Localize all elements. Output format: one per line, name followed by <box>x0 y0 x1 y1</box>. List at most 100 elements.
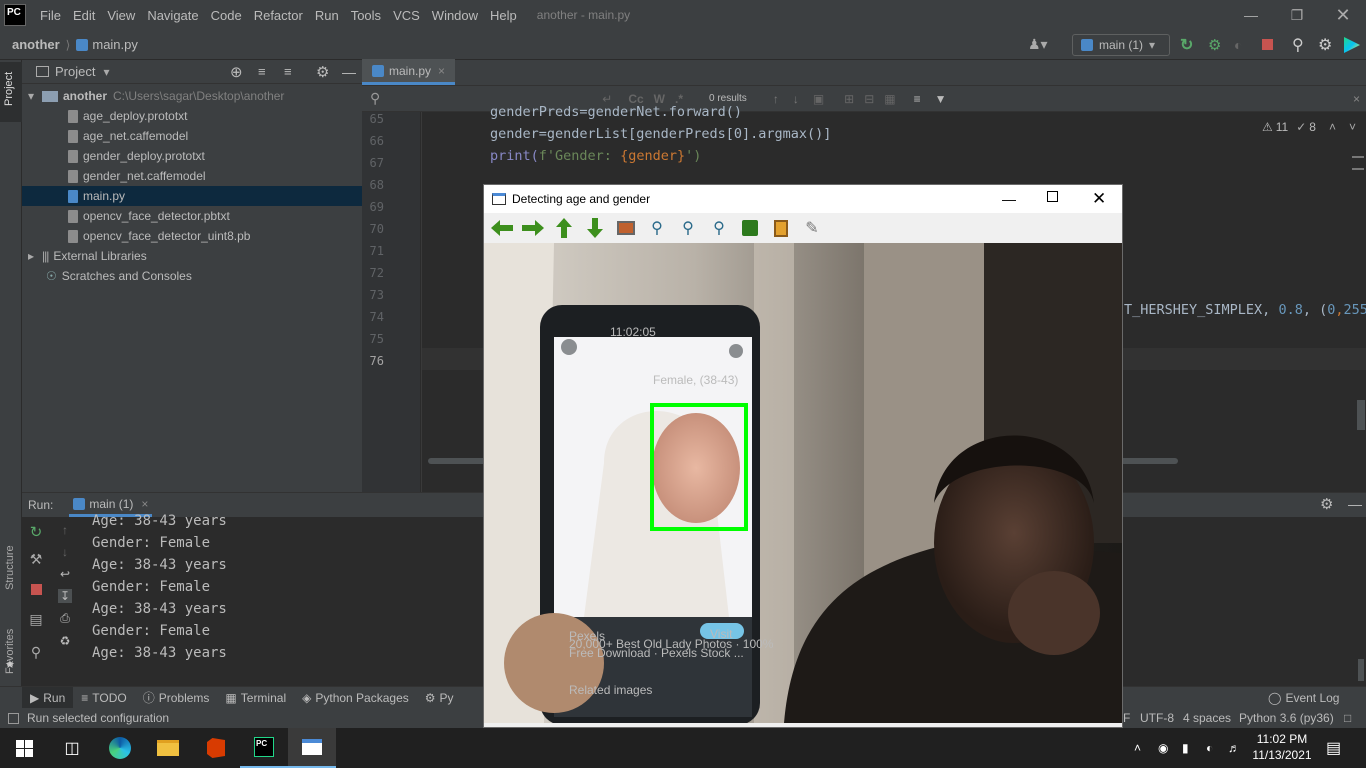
pycharm-taskbar-button[interactable]: PC <box>240 728 288 768</box>
pan-down-button[interactable] <box>583 216 607 240</box>
collapse-all-icon[interactable]: ≡ <box>284 64 292 79</box>
maximize-icon[interactable] <box>1047 191 1058 202</box>
menu-file[interactable]: File <box>34 8 67 23</box>
toolbox-icon[interactable] <box>1344 37 1360 53</box>
tree-file[interactable]: gender_net.caffemodel <box>22 166 362 186</box>
office-button[interactable] <box>192 728 240 768</box>
tree-file[interactable]: opencv_face_detector.pbtxt <box>22 206 362 226</box>
chevron-up-icon[interactable]: ˄ <box>1329 120 1336 134</box>
settings-icon[interactable]: ⚙ <box>1318 35 1332 55</box>
menu-code[interactable]: Code <box>205 8 248 23</box>
tab-main-py[interactable]: main.py × <box>362 59 456 85</box>
chevron-up-icon[interactable]: ˄ <box>1134 741 1141 755</box>
breadcrumb-file[interactable]: main.py <box>92 37 138 52</box>
inspections-widget[interactable]: ⚠ 11 ✓ 8 ˄ ˅ <box>1262 120 1356 134</box>
menu-window[interactable]: Window <box>426 8 484 23</box>
project-panel-title[interactable]: Project <box>55 64 95 79</box>
filter-lines-icon[interactable]: ≡ <box>914 92 921 106</box>
tree-root[interactable]: ▾ another C:\Users\sagar\Desktop\another <box>22 86 362 106</box>
tree-file[interactable]: opencv_face_detector_uint8.pb <box>22 226 362 246</box>
menu-run[interactable]: Run <box>309 8 345 23</box>
chevron-down-icon[interactable]: ▾ <box>103 65 109 79</box>
zoom-in-button[interactable]: ⚲ <box>676 216 700 240</box>
menu-tools[interactable]: Tools <box>345 8 387 23</box>
close-tab-icon[interactable]: × <box>141 497 148 511</box>
tree-file[interactable]: age_net.caffemodel <box>22 126 362 146</box>
wifi-icon[interactable]: ◐ <box>1206 741 1213 755</box>
opencv-window-button[interactable] <box>288 728 336 768</box>
file-encoding[interactable]: UTF-8 <box>1140 711 1174 725</box>
rerun-icon[interactable]: ↻ <box>1180 35 1193 55</box>
menu-vcs[interactable]: VCS <box>387 8 426 23</box>
close-tab-icon[interactable]: × <box>438 64 445 78</box>
interpreter-select[interactable]: Python 3.6 (py36) <box>1239 711 1334 725</box>
tree-file-selected[interactable]: main.py <box>22 186 362 206</box>
select-all-occurrences-icon[interactable]: ▦ <box>884 92 895 106</box>
status-toggle-icon[interactable] <box>8 712 19 724</box>
zoom-out-button[interactable]: ⚲ <box>707 216 731 240</box>
minimize-icon[interactable]: — <box>1002 191 1016 207</box>
run-tool-tab[interactable]: ▶ Run <box>22 686 74 709</box>
menu-help[interactable]: Help <box>484 8 523 23</box>
console-scrollbar[interactable] <box>1358 659 1364 681</box>
python-console-tool-tab[interactable]: ⚙ Py <box>417 691 462 705</box>
stop-icon[interactable] <box>1262 39 1273 50</box>
gear-icon[interactable]: ⚙ <box>316 63 329 81</box>
properties-button[interactable] <box>769 216 793 240</box>
pan-left-button[interactable] <box>490 216 514 240</box>
hide-icon[interactable]: — <box>342 64 356 80</box>
tree-scratches[interactable]: ☉ Scratches and Consoles <box>22 266 362 286</box>
settings-button[interactable]: ✎ <box>800 216 824 240</box>
breadcrumb-project[interactable]: another <box>12 37 60 52</box>
pycharm-logo-icon[interactable]: PC <box>4 4 26 26</box>
structure-tool-tab[interactable]: Structure <box>4 545 18 590</box>
next-occurrence-icon[interactable]: ↓ <box>793 92 799 106</box>
terminal-tool-tab[interactable]: ▦ Terminal <box>217 691 294 705</box>
up-icon[interactable]: ↑ <box>62 523 68 537</box>
python-packages-tool-tab[interactable]: ◈ Python Packages <box>294 691 417 705</box>
tree-external-libraries[interactable]: ▸ ||| External Libraries <box>22 246 362 266</box>
prev-occurrence-icon[interactable]: ↑ <box>773 92 779 106</box>
notification-icon[interactable]: ▤ <box>1326 738 1341 758</box>
debug-icon[interactable]: ⚙ <box>1208 36 1221 54</box>
locate-icon[interactable]: ⊕ <box>230 63 243 81</box>
select-all-icon[interactable]: ▣ <box>813 92 824 106</box>
chevron-down-icon[interactable]: ˅ <box>1349 120 1356 134</box>
coverage-icon[interactable]: ◐ <box>1234 37 1242 53</box>
down-icon[interactable]: ↓ <box>62 545 68 559</box>
line-separator[interactable]: F <box>1123 711 1130 725</box>
print-icon[interactable]: ⎙ <box>60 611 70 626</box>
event-log-tool-tab[interactable]: ◯ Event Log <box>1260 691 1347 705</box>
gear-icon[interactable]: ⚙ <box>1320 495 1333 513</box>
indent-setting[interactable]: 4 spaces <box>1183 711 1231 725</box>
soft-wrap-icon[interactable]: ↩ <box>60 567 70 581</box>
todo-tool-tab[interactable]: ≡ TODO <box>73 691 134 705</box>
pin-icon[interactable]: ⚲ <box>31 644 41 661</box>
zoom-original-button[interactable]: ⚲ <box>645 216 669 240</box>
file-explorer-button[interactable] <box>144 728 192 768</box>
close-icon[interactable]: ✕ <box>1092 189 1106 209</box>
lock-icon[interactable]: □ <box>1344 711 1351 725</box>
camera-icon[interactable]: ◉ <box>1158 741 1168 755</box>
expand-all-icon[interactable]: ≡ <box>258 64 266 79</box>
hide-icon[interactable]: — <box>1348 496 1362 512</box>
layout-icon[interactable]: ▤ <box>29 611 42 628</box>
stop-icon[interactable] <box>30 584 42 595</box>
start-button[interactable] <box>0 728 48 768</box>
volume-icon[interactable]: ♬ <box>1228 741 1240 755</box>
filter-icon[interactable]: ▼ <box>935 92 947 106</box>
add-occurrence-icon[interactable]: ⊞ <box>844 92 854 106</box>
project-tool-tab[interactable]: Project <box>0 62 22 122</box>
rerun-icon[interactable]: ↻ <box>30 523 43 541</box>
zoom-fit-button[interactable] <box>614 216 638 240</box>
close-find-icon[interactable]: × <box>1353 92 1360 106</box>
search-icon[interactable]: ⚲ <box>1292 35 1304 55</box>
pan-right-button[interactable] <box>521 216 545 240</box>
close-icon[interactable]: ✕ <box>1320 0 1366 30</box>
run-config-select[interactable]: main (1) ▾ <box>1072 34 1170 56</box>
clock[interactable]: 11:02 PM 11/13/2021 <box>1250 731 1314 763</box>
pan-up-button[interactable] <box>552 216 576 240</box>
menu-refactor[interactable]: Refactor <box>248 8 309 23</box>
save-button[interactable] <box>738 216 762 240</box>
scroll-to-end-icon[interactable]: ↧ <box>57 589 73 603</box>
